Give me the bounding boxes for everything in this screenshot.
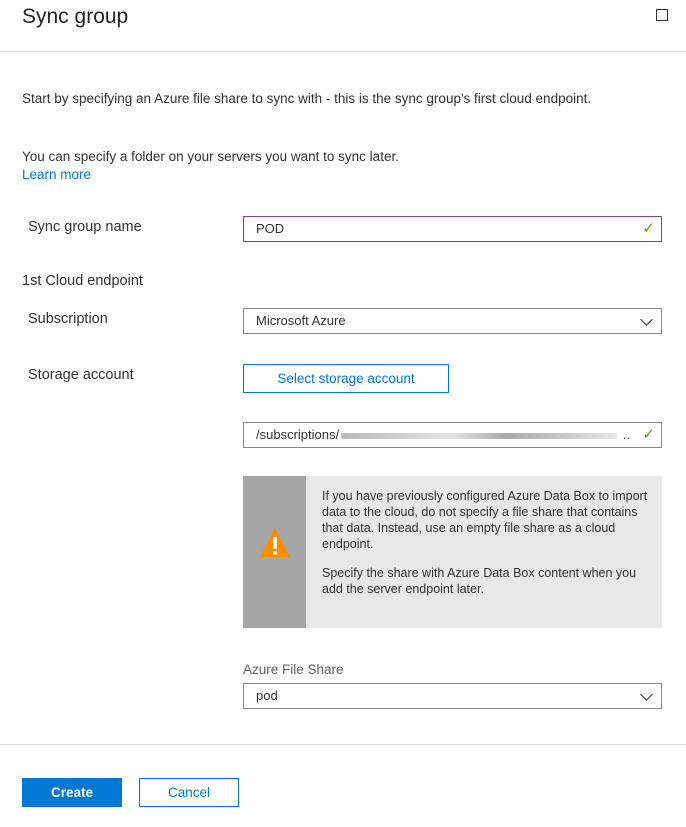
- data-box-warning: If you have previously configured Azure …: [243, 476, 662, 628]
- warning-paragraph-1: If you have previously configured Azure …: [322, 489, 648, 551]
- chevron-down-icon: [640, 688, 653, 701]
- sync-group-name-label: Sync group name: [28, 219, 142, 235]
- select-storage-account-button[interactable]: Select storage account: [243, 364, 449, 393]
- sync-group-name-input[interactable]: POD ✓: [243, 216, 662, 242]
- warning-text: If you have previously configured Azure …: [322, 488, 652, 610]
- cancel-button[interactable]: Cancel: [139, 778, 239, 807]
- create-button[interactable]: Create: [22, 778, 122, 807]
- azure-file-share-dropdown[interactable]: pod: [243, 683, 662, 709]
- storage-path-suffix: ..: [622, 427, 630, 442]
- storage-account-label: Storage account: [28, 367, 134, 383]
- subscription-label: Subscription: [28, 311, 108, 327]
- sync-group-name-value: POD: [256, 221, 285, 236]
- footer-divider: [0, 744, 686, 745]
- square-icon[interactable]: [656, 9, 668, 21]
- subscription-dropdown[interactable]: Microsoft Azure: [243, 308, 662, 334]
- learn-more-link[interactable]: Learn more: [22, 167, 91, 182]
- cloud-endpoint-heading: 1st Cloud endpoint: [22, 273, 143, 289]
- warning-paragraph-2: Specify the share with Azure Data Box co…: [322, 566, 637, 596]
- blade-header: Sync group: [0, 0, 686, 52]
- chevron-down-icon: [640, 313, 653, 326]
- warning-strip: [243, 476, 306, 628]
- page-title: Sync group: [22, 5, 129, 28]
- warning-icon: [260, 528, 290, 557]
- checkmark-icon: ✓: [642, 426, 655, 443]
- redacted-path: [341, 432, 618, 439]
- checkmark-icon: ✓: [642, 220, 655, 237]
- intro-text: Start by specifying an Azure file share …: [22, 91, 592, 106]
- azure-file-share-label: Azure File Share: [243, 662, 344, 677]
- azure-file-share-value: pod: [256, 688, 278, 703]
- subscription-value: Microsoft Azure: [256, 313, 346, 328]
- storage-path-prefix: /subscriptions/: [256, 427, 340, 442]
- intro-text-2: You can specify a folder on your servers…: [22, 148, 652, 184]
- storage-account-path-field[interactable]: /subscriptions/ .. ✓: [243, 422, 662, 448]
- intro-later-text: You can specify a folder on your servers…: [22, 149, 399, 164]
